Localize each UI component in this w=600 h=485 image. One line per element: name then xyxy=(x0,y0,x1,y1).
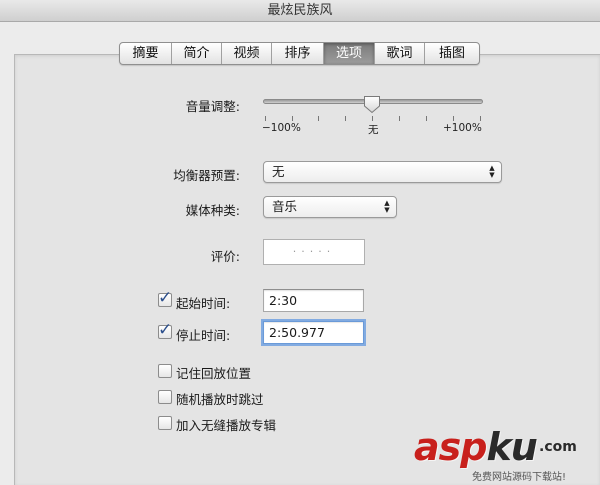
remember-position-label: 记住回放位置 xyxy=(176,366,252,381)
volume-tick xyxy=(318,116,319,121)
volume-tick xyxy=(399,116,400,121)
rating-field[interactable]: ····· xyxy=(263,239,365,265)
popup-arrows-icon: ▲ ▼ xyxy=(384,199,390,214)
start-time-input[interactable]: 2:30 xyxy=(263,289,364,312)
media-kind-value: 音乐 xyxy=(272,199,298,214)
popup-arrows-icon: ▲ ▼ xyxy=(489,164,495,179)
window-title: 最炫民族风 xyxy=(0,0,600,22)
volume-tick xyxy=(426,116,427,121)
volume-tick xyxy=(292,116,293,121)
start-time-label: 起始时间: xyxy=(176,296,231,311)
volume-tick xyxy=(372,116,373,121)
volume-max-label: +100% xyxy=(443,122,482,134)
checkmark-icon: ✓ xyxy=(158,288,173,308)
remember-position-checkbox[interactable] xyxy=(158,364,172,378)
tab-info[interactable]: 简介 xyxy=(172,43,222,64)
stop-time-checkbox[interactable]: ✓ xyxy=(158,321,172,339)
volume-tick xyxy=(265,116,266,121)
volume-tick xyxy=(345,116,346,121)
tab-bar: 摘要 简介 视频 排序 选项 歌词 插图 xyxy=(119,42,480,65)
tab-summary[interactable]: 摘要 xyxy=(120,43,172,64)
skip-shuffle-label: 随机播放时跳过 xyxy=(176,392,264,407)
volume-mid-label: 无 xyxy=(368,124,379,136)
options-pane xyxy=(14,54,600,485)
skip-shuffle-checkbox[interactable] xyxy=(158,390,172,404)
watermark-logo: aspku xyxy=(414,425,538,469)
equalizer-label: 均衡器预置: xyxy=(173,168,240,183)
start-time-checkbox[interactable]: ✓ xyxy=(158,289,172,307)
volume-label: 音量调整: xyxy=(185,99,240,114)
site-watermark: aspku .com 免费网站源码下载站! xyxy=(414,425,592,483)
stop-time-label: 停止时间: xyxy=(176,328,231,343)
media-kind-label: 媒体种类: xyxy=(185,203,240,218)
watermark-ku: ku xyxy=(486,425,537,469)
equalizer-select[interactable]: 无 ▲ ▼ xyxy=(263,161,502,183)
volume-tick xyxy=(480,116,481,121)
watermark-subtitle: 免费网站源码下载站! xyxy=(472,472,567,483)
rating-label: 评价: xyxy=(210,249,240,264)
tab-options[interactable]: 选项 xyxy=(324,43,375,64)
media-kind-select[interactable]: 音乐 ▲ ▼ xyxy=(263,196,397,218)
tab-sorting[interactable]: 排序 xyxy=(272,43,324,64)
tab-video[interactable]: 视频 xyxy=(222,43,272,64)
watermark-asp: asp xyxy=(414,425,487,469)
volume-slider-thumb[interactable] xyxy=(363,95,381,114)
tab-artwork[interactable]: 插图 xyxy=(425,43,479,64)
volume-min-label: −100% xyxy=(262,122,301,134)
checkmark-icon: ✓ xyxy=(158,320,173,340)
equalizer-value: 无 xyxy=(272,164,285,179)
gapless-album-checkbox[interactable] xyxy=(158,416,172,430)
stop-time-input[interactable]: 2:50.977 xyxy=(263,321,364,344)
gapless-album-label: 加入无缝播放专辑 xyxy=(176,418,277,433)
tab-lyrics[interactable]: 歌词 xyxy=(375,43,425,64)
watermark-com: .com xyxy=(539,439,577,455)
volume-tick xyxy=(453,116,454,121)
